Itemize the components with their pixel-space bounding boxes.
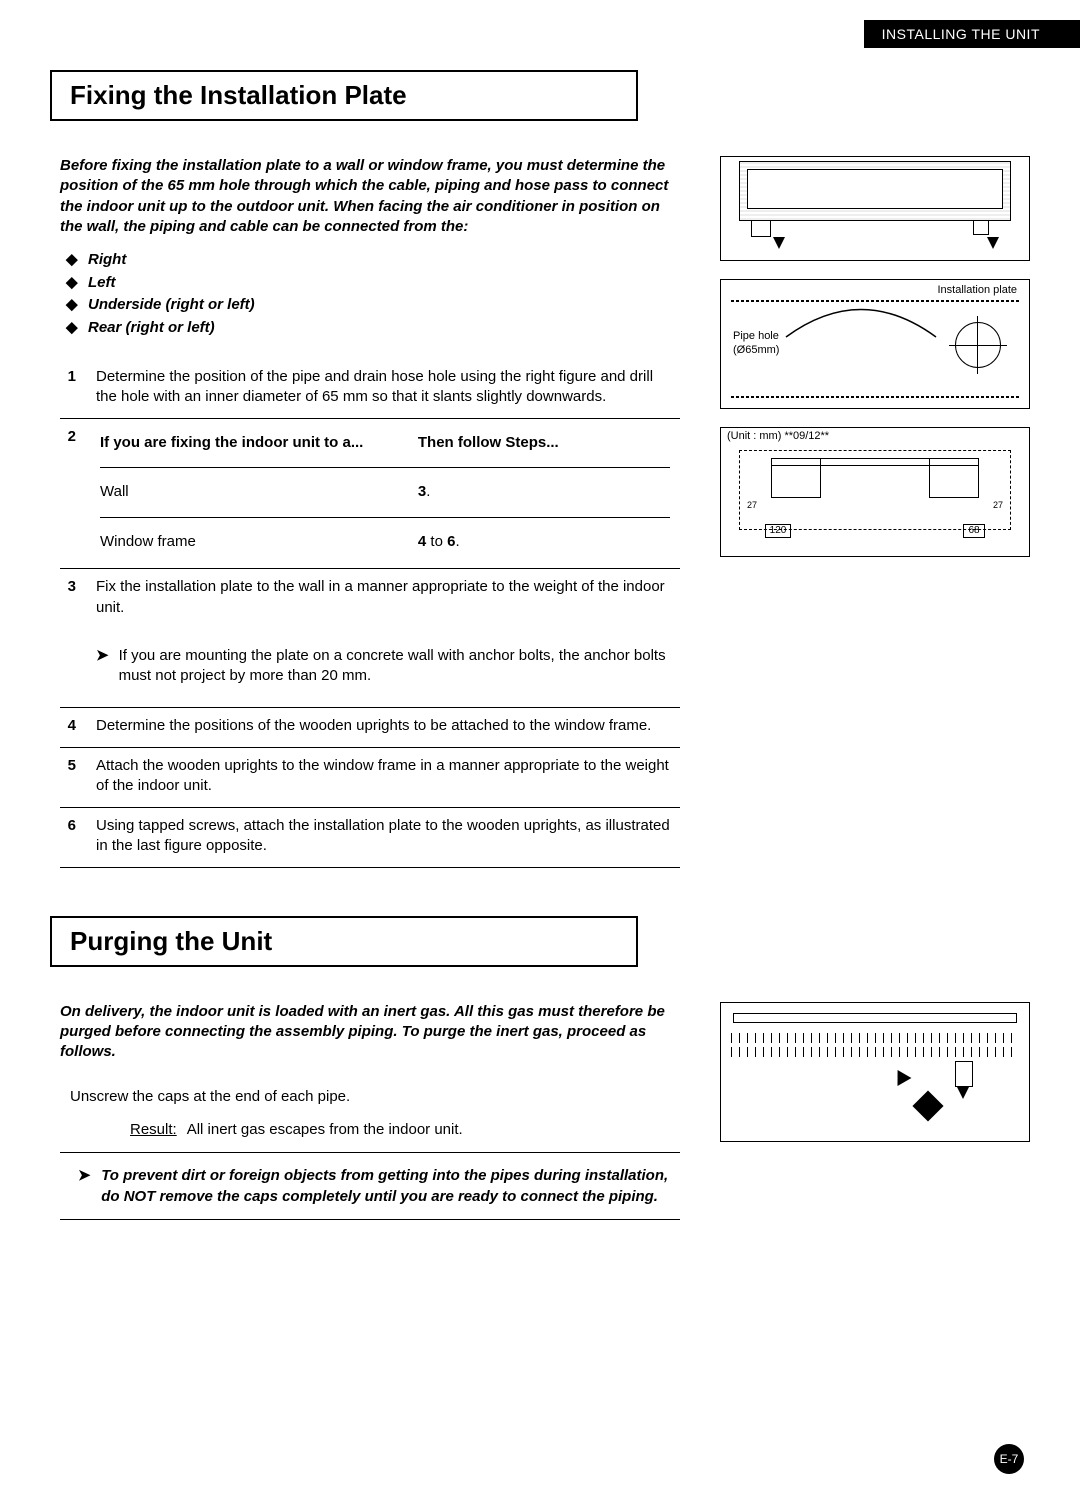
step-row: 6 Using tapped screws, attach the instal… [60,807,680,866]
table-row: Window frame 4 to 6. [96,526,674,558]
arrow-icon: ➤ [96,646,109,687]
table-row: Wall 3. [96,476,674,508]
section1-title: Fixing the Installation Plate [70,80,618,111]
figure-label: Installation plate [938,284,1018,297]
steps-table: 1 Determine the position of the pipe and… [60,359,680,868]
dimension-label: 27 [743,500,761,514]
list-item: Left [88,272,680,295]
figure-dimensions: (Unit : mm) **09/12** 27 27 120 68 [720,427,1030,557]
purge-step: Unscrew the caps at the end of each pipe… [60,1084,680,1109]
section1-figures: Installation plate Pipe hole (Ø65mm) (Un… [720,156,1030,868]
figure-purging [720,1002,1030,1142]
section-title-box: Fixing the Installation Plate [50,70,638,121]
step-row: 1 Determine the position of the pipe and… [60,359,680,418]
result-row: Result: All inert gas escapes from the i… [60,1109,680,1150]
step-text: Using tapped screws, attach the installa… [90,807,680,866]
figure-label: (Ø65mm) [733,344,779,357]
subtable-header: Then follow Steps... [414,427,674,459]
subtable-cell: Window frame [96,526,414,558]
figure-unit-drawing [720,156,1030,261]
section2-figures [720,1002,1030,1223]
list-item: Right [88,249,680,272]
step-row: 4 Determine the positions of the wooden … [60,707,680,746]
section1-left-column: Before fixing the installation plate to … [50,156,690,868]
header-tab: INSTALLING THE UNIT [864,20,1080,48]
subtable-cell: 3. [414,476,674,508]
result-text: All inert gas escapes from the indoor un… [187,1121,463,1138]
section1-intro: Before fixing the installation plate to … [60,156,680,237]
diamond-icon [912,1090,943,1121]
step-text: Determine the positions of the wooden up… [90,707,680,746]
dimension-label: 27 [989,500,1007,514]
section2-left-column: On delivery, the indoor unit is loaded w… [50,1002,690,1223]
subtable-cell: 4 to 6. [414,526,674,558]
subtable-cell: Wall [96,476,414,508]
step-text: Fix the installation plate to the wall i… [90,569,680,628]
dimension-label: 120 [765,524,791,538]
figure-installation-plate: Installation plate Pipe hole (Ø65mm) [720,279,1030,409]
step-row: 5 Attach the wooden uprights to the wind… [60,747,680,806]
list-item: Underside (right or left) [88,294,680,317]
arrow-icon: ➤ [78,1165,91,1207]
dimension-label: 68 [963,524,985,538]
step-text: Determine the position of the pipe and d… [90,359,680,418]
result-label: Result: [130,1121,177,1138]
figure-label: (Unit : mm) **09/12** [727,430,829,443]
section2-title: Purging the Unit [70,926,618,957]
subtable-header: If you are fixing the indoor unit to a..… [96,427,414,459]
list-item: Rear (right or left) [88,317,680,340]
warning-note: ➤ To prevent dirt or foreign objects fro… [60,1155,680,1217]
step-row: 3 Fix the installation plate to the wall… [60,569,680,628]
step-row: 2 If you are fixing the indoor unit to a… [60,419,680,568]
connection-directions-list: Right Left Underside (right or left) Rea… [60,249,680,339]
page-number-badge: E-7 [994,1444,1024,1474]
fixing-subtable: If you are fixing the indoor unit to a..… [96,427,674,558]
figure-label: Pipe hole [733,330,779,343]
section2-title-box: Purging the Unit [50,916,638,967]
section2-intro: On delivery, the indoor unit is loaded w… [60,1002,680,1063]
step-note: If you are mounting the plate on a concr… [119,646,668,687]
step-text: Attach the wooden uprights to the window… [90,747,680,806]
